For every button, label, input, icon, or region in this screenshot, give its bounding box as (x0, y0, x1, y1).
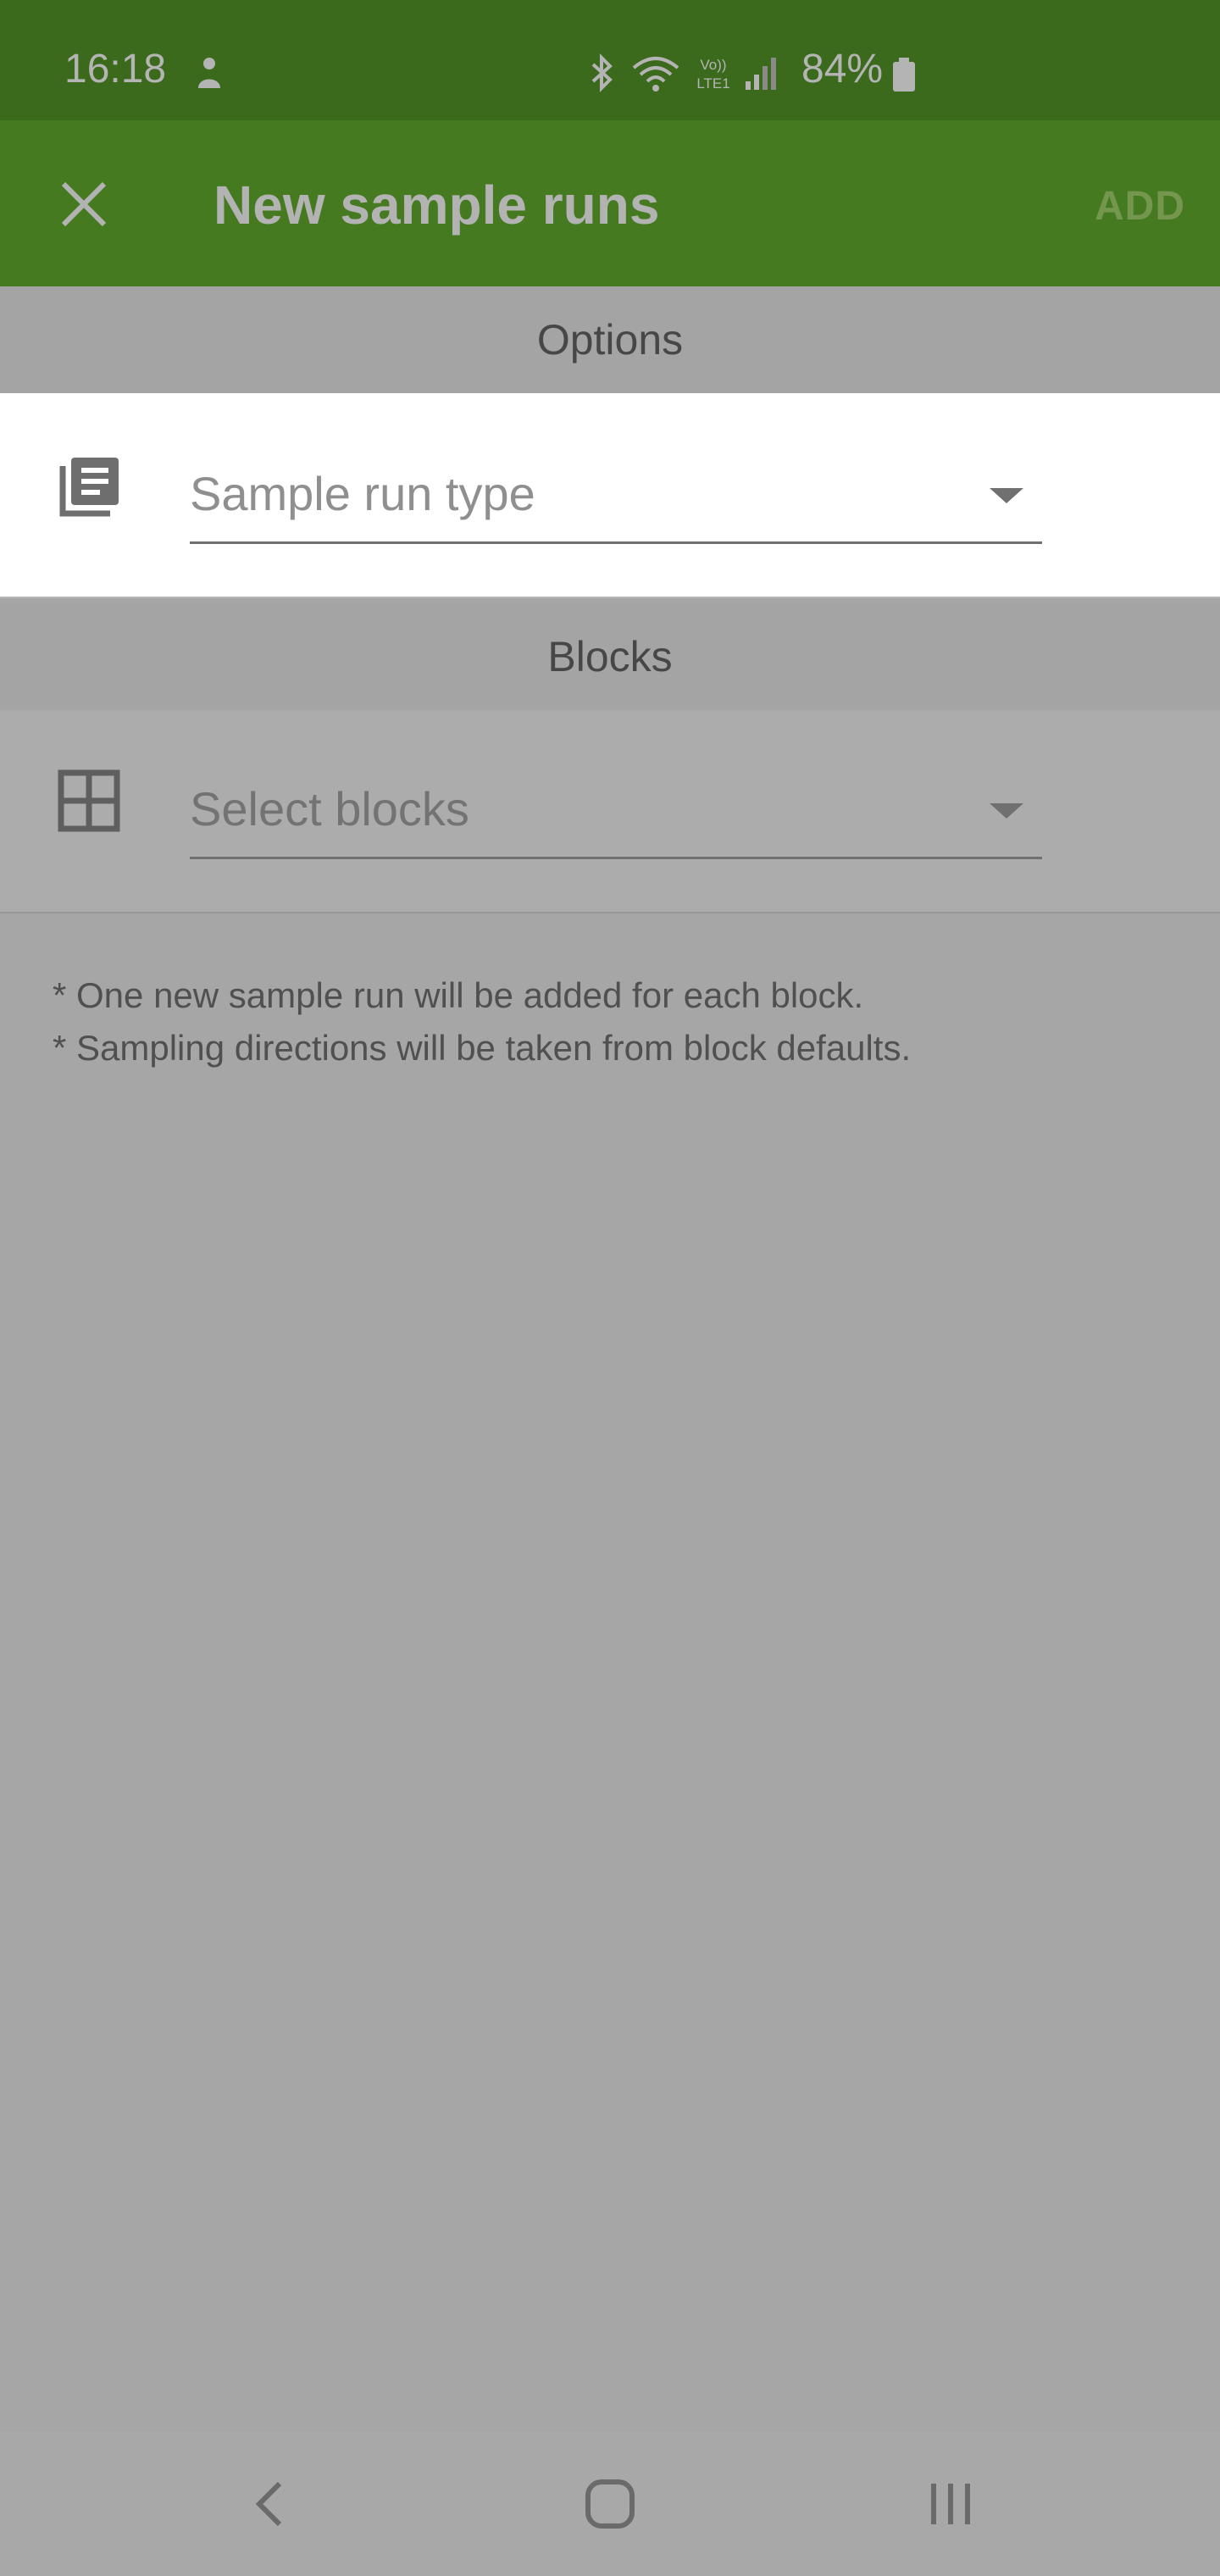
close-button[interactable] (46, 166, 122, 242)
dropdown-arrow-icon (990, 803, 1023, 819)
library-books-icon (59, 458, 119, 517)
recents-icon (931, 2484, 970, 2524)
volte-icon: Vo)) LTE1 (696, 57, 729, 92)
options-section-header: Options (0, 286, 1220, 393)
dropdown-arrow-icon (990, 488, 1023, 503)
wifi-icon (632, 57, 679, 92)
recents-button[interactable] (908, 2466, 993, 2542)
add-button[interactable]: ADD (1095, 183, 1185, 230)
grid-icon (58, 769, 120, 832)
bluetooth-icon (591, 53, 613, 92)
status-icons: Vo)) LTE1 (585, 49, 781, 97)
note-line: * One new sample run will be added for e… (53, 975, 864, 1015)
back-button[interactable] (227, 2466, 312, 2542)
blocks-section-header: Blocks (0, 603, 1220, 710)
sample-run-type-placeholder: Sample run type (190, 467, 535, 520)
home-button[interactable] (568, 2466, 652, 2542)
page-title: New sample runs (214, 175, 660, 236)
battery-percent: 84% (801, 47, 884, 92)
home-icon (585, 2479, 635, 2529)
svg-text:Vo)): Vo)) (700, 57, 726, 73)
close-icon (61, 181, 107, 227)
status-time: 16:18 (64, 47, 167, 92)
sample-run-type-dropdown[interactable]: Sample run type (190, 446, 1042, 544)
back-icon (255, 2481, 282, 2527)
notes: * One new sample run will be added for e… (53, 969, 911, 1074)
blocks-panel: Select blocks (0, 710, 1220, 913)
signal-icon (746, 58, 776, 90)
select-blocks-dropdown[interactable]: Select blocks (190, 761, 1042, 859)
svg-text:LTE1: LTE1 (696, 75, 729, 92)
battery-icon (893, 58, 915, 92)
status-bar: 16:18 Vo)) LTE1 84% (0, 0, 1220, 120)
select-blocks-placeholder: Select blocks (190, 782, 469, 836)
options-panel: Sample run type (0, 393, 1220, 598)
person-notification-icon (198, 58, 220, 88)
note-line: * Sampling directions will be taken from… (53, 1028, 912, 1068)
